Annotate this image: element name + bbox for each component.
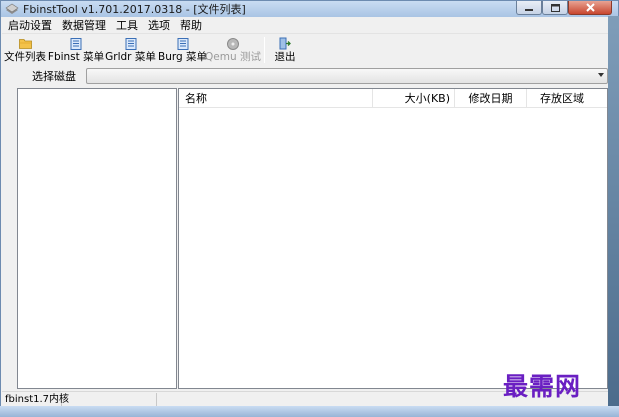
column-header-name[interactable]: 名称 [179, 89, 373, 108]
fbinst-menu-label: Fbinst 菜单 [47, 51, 105, 63]
menu-bar: 启动设置 数据管理 工具 选项 帮助 [2, 18, 617, 34]
exit-label: 退出 [274, 51, 296, 63]
maximize-icon [550, 3, 560, 12]
close-button[interactable] [568, 1, 612, 15]
burg-menu-button[interactable]: Burg 菜单 [157, 35, 208, 65]
document-icon [124, 37, 138, 50]
folder-icon [18, 37, 32, 50]
exit-button[interactable]: 退出 [271, 35, 299, 65]
grldr-menu-label: Grldr 菜单 [105, 51, 156, 63]
column-header-area[interactable]: 存放区域 [527, 89, 597, 108]
status-info [62, 392, 157, 407]
exit-door-icon [278, 37, 292, 50]
disk-select-label: 选择磁盘 [32, 70, 76, 83]
close-icon [585, 3, 595, 12]
file-list-label: 文件列表 [4, 51, 46, 63]
window-bottom-border [0, 406, 619, 417]
qemu-test-button[interactable]: Qemu 测试 [205, 35, 261, 65]
watermark-text: 最需网 [503, 372, 582, 401]
column-header-size[interactable]: 大小(KB) [373, 89, 455, 108]
minimize-icon [524, 8, 533, 11]
menu-boot-settings[interactable]: 启动设置 [2, 18, 57, 34]
app-icon [5, 3, 19, 14]
disk-select-dropdown[interactable] [86, 68, 608, 84]
status-kernel: fbinst1.7内核 [2, 392, 69, 407]
menu-tools[interactable]: 工具 [111, 18, 143, 34]
title-bar[interactable]: FbinstTool v1.701.2017.0318 - [文件列表] [1, 1, 618, 17]
document-icon [176, 37, 190, 50]
document-icon [69, 37, 83, 50]
file-list-button[interactable]: 文件列表 [2, 35, 48, 65]
file-list-panel[interactable]: 名称 大小(KB) 修改日期 存放区域 [178, 88, 608, 389]
menu-options[interactable]: 选项 [143, 18, 175, 34]
maximize-button[interactable] [542, 1, 568, 15]
window-title: FbinstTool v1.701.2017.0318 - [文件列表] [23, 3, 246, 16]
qemu-test-label: Qemu 测试 [205, 51, 261, 63]
grldr-menu-button[interactable]: Grldr 菜单 [104, 35, 157, 65]
column-header-date[interactable]: 修改日期 [455, 89, 527, 108]
disk-tree-panel[interactable] [17, 88, 177, 389]
menu-data-management[interactable]: 数据管理 [57, 18, 111, 34]
window-controls [516, 1, 612, 15]
fbinst-menu-button[interactable]: Fbinst 菜单 [48, 35, 104, 65]
file-list-header: 名称 大小(KB) 修改日期 存放区域 [179, 89, 607, 108]
burg-menu-label: Burg 菜单 [158, 51, 207, 63]
desktop-edge [608, 16, 619, 417]
minimize-button[interactable] [516, 1, 542, 15]
toolbar-separator [264, 37, 265, 63]
toolbar: 文件列表 Fbinst 菜单 Grldr 菜单 Burg 菜单 Qemu 测试 [2, 35, 617, 65]
disk-select-row: 选择磁盘 [2, 66, 617, 86]
dropdown-arrow-icon [598, 73, 604, 77]
main-window: FbinstTool v1.701.2017.0318 - [文件列表] 启动设… [0, 0, 619, 417]
menu-help[interactable]: 帮助 [175, 18, 207, 34]
disc-icon [226, 37, 240, 50]
